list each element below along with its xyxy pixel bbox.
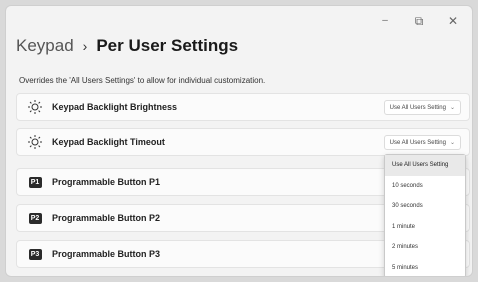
- dropdown-option[interactable]: 10 seconds: [385, 176, 465, 197]
- programmable-button-icon: P2: [26, 209, 44, 227]
- breadcrumb: Keypad › Per User Settings: [16, 36, 238, 56]
- p1-badge: P1: [28, 176, 42, 188]
- breadcrumb-separator: ›: [82, 38, 88, 54]
- brightness-icon: [26, 133, 44, 151]
- setting-card-backlight-timeout[interactable]: Keypad Backlight Timeout Use All Users S…: [16, 128, 470, 156]
- backlight-timeout-select[interactable]: Use All Users Setting ⌄: [383, 135, 461, 150]
- p2-badge: P2: [28, 212, 42, 224]
- page-description: Overrides the 'All Users Settings' to al…: [19, 76, 266, 85]
- breadcrumb-root[interactable]: Keypad: [16, 36, 74, 56]
- close-button[interactable]: ✕: [442, 12, 464, 30]
- setting-label: Keypad Backlight Brightness: [52, 102, 178, 112]
- setting-label: Programmable Button P1: [52, 177, 161, 187]
- settings-window: – ⧉ ✕ Keypad › Per User Settings Overrid…: [5, 5, 473, 277]
- dropdown-option[interactable]: 5 minutes: [385, 258, 465, 277]
- dropdown-option[interactable]: 1 minute: [385, 217, 465, 238]
- setting-label: Programmable Button P3: [52, 249, 161, 259]
- dropdown-option[interactable]: 30 seconds: [385, 196, 465, 217]
- programmable-button-icon: P3: [26, 245, 44, 263]
- setting-label: Programmable Button P2: [52, 213, 161, 223]
- p3-badge: P3: [28, 248, 42, 260]
- backlight-brightness-select[interactable]: Use All Users Setting ⌄: [383, 100, 461, 115]
- maximize-button[interactable]: ⧉: [408, 12, 430, 30]
- title-bar-controls: – ⧉ ✕: [374, 12, 464, 30]
- minimize-button[interactable]: –: [374, 12, 396, 30]
- dropdown-option[interactable]: 2 minutes: [385, 237, 465, 258]
- setting-card-backlight-brightness[interactable]: Keypad Backlight Brightness Use All User…: [16, 93, 470, 121]
- dropdown-option[interactable]: Use All Users Setting: [385, 155, 465, 176]
- timeout-dropdown-menu: Use All Users Setting 10 seconds 30 seco…: [384, 154, 466, 277]
- brightness-icon: [26, 98, 44, 116]
- setting-label: Keypad Backlight Timeout: [52, 137, 165, 147]
- programmable-button-icon: P1: [26, 173, 44, 191]
- select-value: Use All Users Setting: [389, 139, 446, 146]
- chevron-down-icon: ⌄: [449, 105, 455, 111]
- page-title: Per User Settings: [96, 36, 239, 55]
- chevron-down-icon: ⌄: [449, 140, 455, 146]
- select-value: Use All Users Setting: [389, 104, 446, 111]
